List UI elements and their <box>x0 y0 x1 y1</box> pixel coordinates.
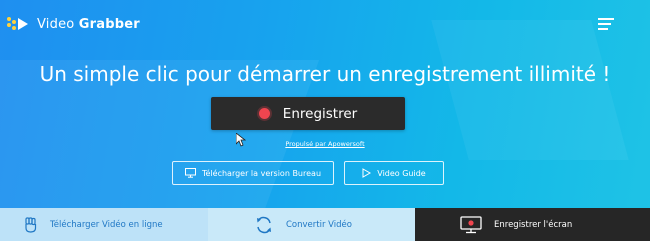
nav-item-convert-video-label: Convertir Vidéo <box>286 219 352 230</box>
nav-item-screen-record-label: Enregistrer l'écran <box>494 219 573 230</box>
hamburger-menu-icon[interactable] <box>598 17 614 31</box>
powered-by-link[interactable]: Propulsé par Apowersoft <box>0 140 650 148</box>
brand-name-bold: Grabber <box>78 16 140 32</box>
record-dot-icon <box>258 108 270 119</box>
fist-icon <box>24 216 38 233</box>
video-guide-button[interactable]: Video Guide <box>344 161 444 185</box>
nav-item-screen-record[interactable]: Enregistrer l'écran <box>415 208 650 241</box>
convert-icon <box>254 215 274 235</box>
page: Video Grabber Un simple clic pour démarr… <box>0 0 650 241</box>
monitor-icon <box>184 168 196 178</box>
brand-name-light: Video <box>37 16 79 32</box>
video-grabber-logo-icon <box>6 15 30 33</box>
brand-name: Video Grabber <box>37 17 140 32</box>
page-headline: Un simple clic pour démarrer un enregist… <box>39 62 611 86</box>
download-desktop-button[interactable]: Télécharger la version Bureau <box>172 161 334 185</box>
bottom-nav: Télécharger Vidéo en ligne Convertir Vid… <box>0 208 650 241</box>
record-button-label: Enregistrer <box>282 105 358 122</box>
screen-record-icon <box>460 215 482 234</box>
nav-item-convert-video[interactable]: Convertir Vidéo <box>208 208 415 241</box>
play-icon <box>362 168 372 178</box>
record-button[interactable]: Enregistrer <box>211 97 405 130</box>
top-bar: Video Grabber <box>0 0 650 50</box>
nav-item-download-online[interactable]: Télécharger Vidéo en ligne <box>0 208 208 241</box>
nav-item-download-online-label: Télécharger Vidéo en ligne <box>50 219 163 230</box>
download-desktop-label: Télécharger la version Bureau <box>201 168 322 178</box>
logo[interactable]: Video Grabber <box>6 15 140 33</box>
video-guide-label: Video Guide <box>377 168 426 178</box>
